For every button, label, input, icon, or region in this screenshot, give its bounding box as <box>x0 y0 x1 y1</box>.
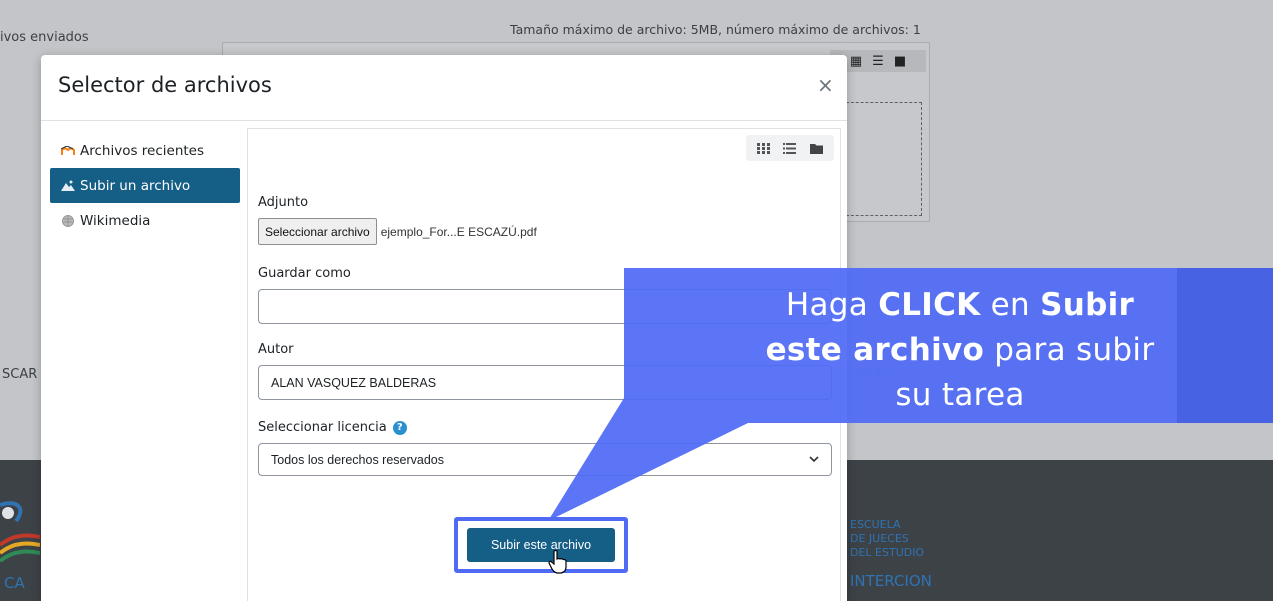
repository-nav: Archivos recientes Subir un archivo Wiki… <box>50 133 240 238</box>
nav-item-label: Subir un archivo <box>80 177 191 194</box>
attachment-label: Adjunto <box>258 195 309 210</box>
list-view-icon: ☰ <box>872 53 884 69</box>
upload-icon <box>60 179 76 193</box>
callout-line-1: Haga CLICK en Subir <box>785 287 1135 323</box>
nav-item-label: Archivos recientes <box>80 142 205 159</box>
dialog-header: Selector de archivos × <box>41 55 847 121</box>
side-text-fragment: SCAR <box>2 367 38 382</box>
chevron-down-icon <box>809 456 819 463</box>
footer-left-text: CA <box>4 574 25 592</box>
list-view-icon[interactable] <box>781 139 799 157</box>
wikimedia-icon <box>60 214 76 228</box>
files-sent-label: ivos enviados <box>0 30 89 45</box>
chosen-file-name: ejemplo_For...E ESCAZÚ.pdf <box>380 224 537 239</box>
help-icon[interactable]: ? <box>392 420 407 435</box>
callout-line-2: este archivo para subir <box>765 332 1155 368</box>
dialog-title: Selector de archivos <box>58 73 272 97</box>
nav-item-recent-files[interactable]: Archivos recientes <box>50 133 240 168</box>
choose-file-button[interactable]: Seleccionar archivo <box>258 218 377 245</box>
upload-file-button[interactable]: Subir este archivo <box>467 528 615 562</box>
nav-item-label: Wikimedia <box>80 212 151 229</box>
callout-text: Haga CLICK en Subir este archivo para su… <box>690 283 1230 418</box>
grid-view-icon[interactable] <box>754 139 772 157</box>
footer-bottom-text: INTERCION <box>850 572 932 590</box>
moodle-icon <box>60 144 76 158</box>
view-switcher <box>746 135 834 161</box>
upload-button-highlight: Subir este archivo <box>454 517 628 573</box>
max-size-note: Tamaño máximo de archivo: 5MB, número má… <box>510 22 921 37</box>
close-icon[interactable]: × <box>817 73 834 97</box>
hand-cursor-icon <box>548 550 567 574</box>
license-label: Seleccionar licencia ? <box>258 420 832 435</box>
nav-item-wikimedia[interactable]: Wikimedia <box>50 203 240 238</box>
folder-view-icon: ■ <box>893 53 907 69</box>
callout-line-3: su tarea <box>895 377 1025 413</box>
footer-logo-icon <box>0 501 40 563</box>
dropzone <box>846 102 922 216</box>
license-selected-value: Todos los derechos reservados <box>271 452 445 467</box>
nav-item-upload-file[interactable]: Subir un archivo <box>50 168 240 203</box>
folder-view-icon[interactable] <box>808 139 826 157</box>
license-select[interactable]: Todos los derechos reservados <box>258 443 832 476</box>
footer-school-text: ESCUELA DE JUECES DEL ESTUDIO <box>850 518 925 559</box>
grid-view-icon: ▦ <box>849 53 863 69</box>
save-as-label: Guardar como <box>258 266 351 281</box>
panel-toolbar <box>248 129 840 165</box>
file-chooser: Seleccionar archivo ejemplo_For...E ESCA… <box>258 218 832 245</box>
